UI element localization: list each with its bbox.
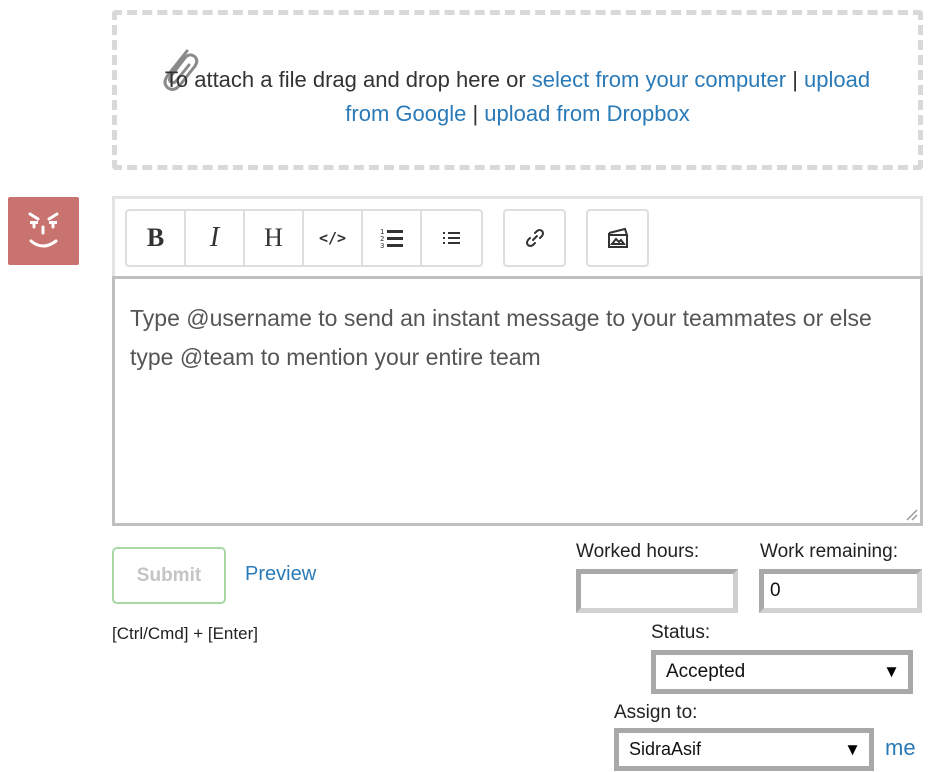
- separator: |: [786, 67, 805, 92]
- file-dropzone[interactable]: To attach a file drag and drop here or s…: [112, 10, 923, 170]
- assign-to-me-link[interactable]: me: [885, 735, 916, 761]
- assign-to-value: SidraAsif: [629, 739, 702, 759]
- select-from-computer-link[interactable]: select from your computer: [532, 67, 786, 92]
- dropzone-prefix: To attach a file drag and drop here or: [164, 67, 532, 92]
- preview-link[interactable]: Preview: [245, 563, 316, 586]
- worked-hours-input[interactable]: [576, 569, 738, 613]
- link-group: [503, 209, 566, 267]
- assign-to-select[interactable]: SidraAsif ▼: [614, 728, 874, 771]
- italic-button[interactable]: I: [186, 211, 245, 265]
- image-icon: [607, 227, 628, 248]
- unordered-list-button[interactable]: [422, 211, 481, 265]
- editor-toolbar: B I H </> 1 2 3: [125, 209, 669, 267]
- italic-icon: I: [209, 222, 220, 253]
- comment-textarea[interactable]: Type @username to send an instant messag…: [112, 276, 923, 526]
- upload-from-dropbox-link[interactable]: upload from Dropbox: [484, 101, 689, 126]
- separator: |: [466, 101, 485, 126]
- status-value: Accepted: [666, 661, 746, 682]
- svg-text:3: 3: [380, 242, 384, 250]
- work-remaining-input[interactable]: 0: [759, 569, 922, 613]
- chevron-down-icon: ▼: [844, 739, 861, 759]
- heading-button[interactable]: H: [245, 211, 304, 265]
- assign-to-label: Assign to:: [614, 702, 698, 723]
- work-remaining-label: Work remaining:: [760, 541, 898, 562]
- avatar-face-icon: [28, 212, 59, 248]
- link-icon: [525, 229, 544, 247]
- bold-icon: B: [146, 223, 165, 252]
- bold-button[interactable]: B: [127, 211, 186, 265]
- status-label: Status:: [651, 622, 711, 643]
- submit-button[interactable]: Submit: [112, 547, 226, 604]
- heading-icon: H: [264, 223, 283, 252]
- dropzone-message: To attach a file drag and drop here or s…: [117, 63, 918, 131]
- code-icon: </>: [318, 229, 347, 247]
- ordered-list-icon: 1 2 3: [380, 228, 403, 250]
- textarea-placeholder: Type @username to send an instant messag…: [130, 305, 872, 370]
- avatar: [8, 197, 79, 265]
- unordered-list-icon: [442, 232, 460, 244]
- chevron-down-icon: ▼: [883, 662, 900, 681]
- image-group: [586, 209, 649, 267]
- resize-handle-icon[interactable]: [902, 505, 918, 521]
- worked-hours-label: Worked hours:: [576, 541, 700, 562]
- status-select[interactable]: Accepted ▼: [651, 650, 913, 694]
- ordered-list-button[interactable]: 1 2 3: [363, 211, 422, 265]
- link-button[interactable]: [505, 211, 564, 265]
- formatting-group: B I H </> 1 2 3: [125, 209, 483, 267]
- work-remaining-value: 0: [770, 580, 781, 601]
- keyboard-shortcut-hint: [Ctrl/Cmd] + [Enter]: [112, 624, 258, 643]
- code-button[interactable]: </>: [304, 211, 363, 265]
- image-button[interactable]: [588, 211, 647, 265]
